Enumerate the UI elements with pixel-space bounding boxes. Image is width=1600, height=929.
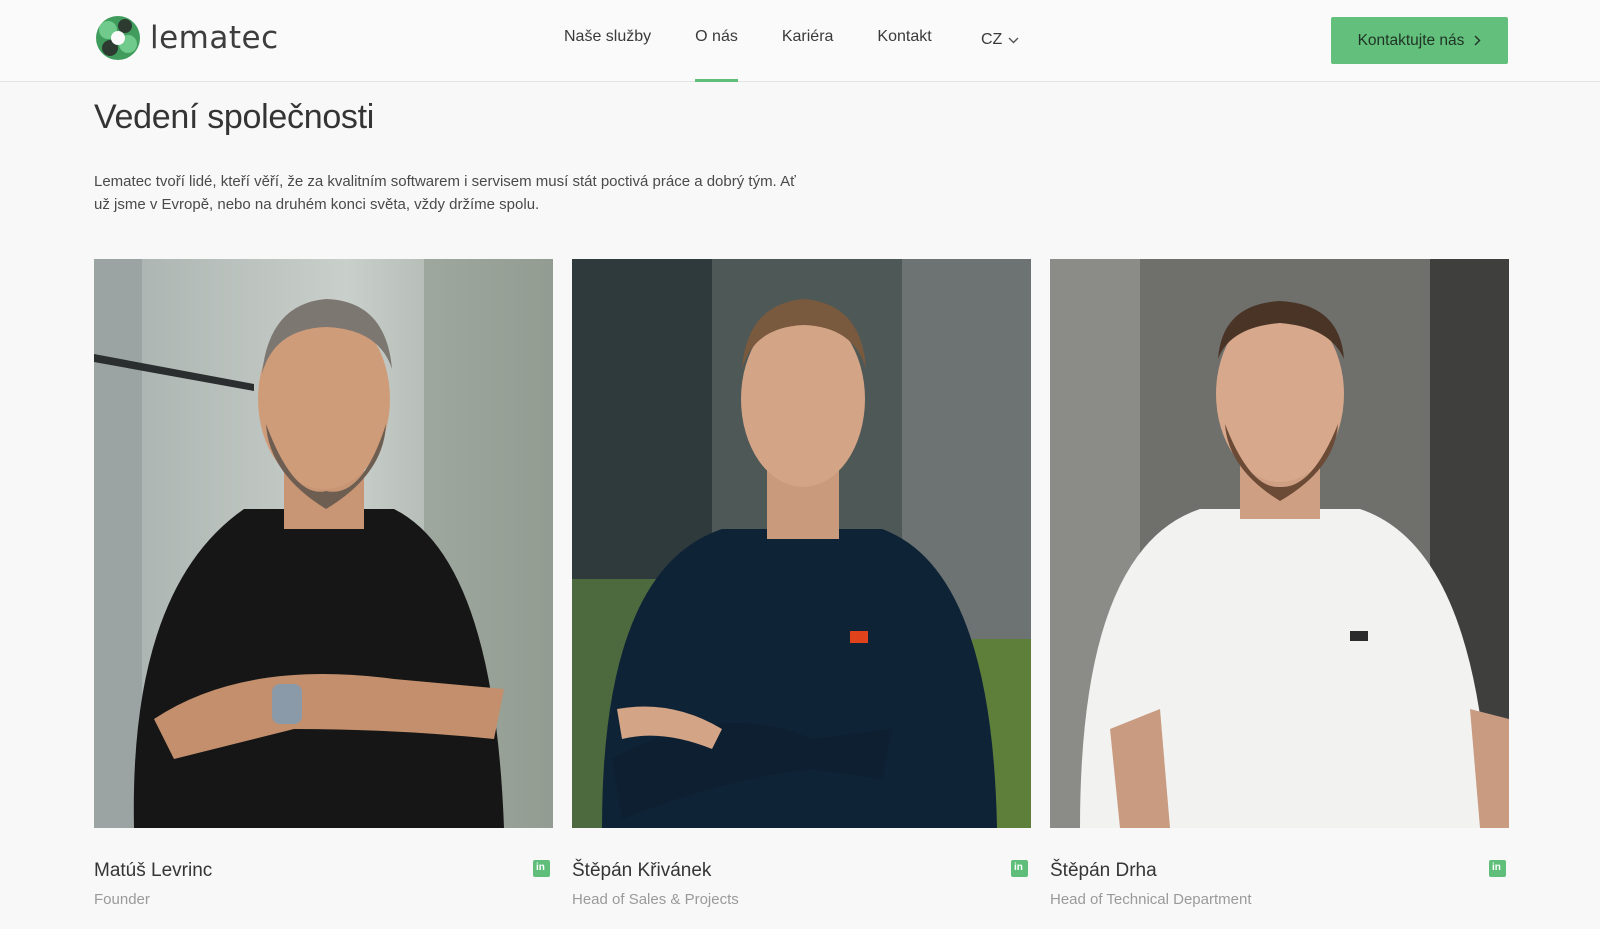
team-member-photo: [1050, 259, 1509, 828]
linkedin-icon[interactable]: in: [1011, 860, 1028, 877]
team-member-role: Head of Sales & Projects: [572, 891, 739, 908]
chevron-right-icon: [1474, 35, 1481, 46]
team-member-card: Štěpán Křivánek Head of Sales & Projects…: [572, 259, 1031, 918]
linkedin-icon[interactable]: in: [1489, 860, 1506, 877]
team-member-photo: [94, 259, 553, 828]
intro-text: Lematec tvoří lidé, kteří věří, že za kv…: [94, 173, 796, 213]
contact-us-label: Kontaktujte nás: [1357, 31, 1465, 49]
team-member-card: Matúš Levrinc Founder in: [94, 259, 553, 918]
nav-item-career[interactable]: Kariéra: [782, 28, 834, 82]
team-member-info: Štěpán Křivánek Head of Sales & Projects…: [572, 828, 1031, 918]
linkedin-icon[interactable]: in: [533, 860, 550, 877]
team-member-role: Head of Technical Department: [1050, 891, 1252, 908]
team-member-info: Štěpán Drha Head of Technical Department…: [1050, 828, 1509, 918]
page-title: Vedení společnosti: [94, 98, 375, 136]
nav-item-contact[interactable]: Kontakt: [877, 28, 931, 82]
nav-item-services[interactable]: Naše služby: [564, 28, 651, 82]
logo[interactable]: lematec: [94, 14, 279, 62]
contact-us-button[interactable]: Kontaktujte nás: [1331, 17, 1508, 64]
team-member-name: Matúš Levrinc: [94, 860, 213, 881]
team-member-card: Štěpán Drha Head of Technical Department…: [1050, 259, 1509, 918]
logo-text: lematec: [150, 20, 279, 56]
team-list: Matúš Levrinc Founder in Štěpán Křivánek…: [94, 259, 1509, 918]
nav-item-about[interactable]: O nás: [695, 28, 738, 82]
language-label: CZ: [981, 31, 1003, 48]
team-member-role: Founder: [94, 891, 150, 908]
team-member-name: Štěpán Drha: [1050, 860, 1157, 881]
team-member-info: Matúš Levrinc Founder in: [94, 828, 553, 918]
team-member-photo: [572, 259, 1031, 828]
language-selector[interactable]: CZ: [981, 31, 1019, 49]
site-header: lematec Naše služby O nás Kariéra Kontak…: [0, 0, 1600, 82]
chevron-down-icon: [1008, 37, 1019, 43]
team-member-name: Štěpán Křivánek: [572, 860, 712, 881]
main-nav: Naše služby O nás Kariéra Kontakt: [564, 28, 976, 82]
lematec-logo-icon: [96, 16, 140, 60]
